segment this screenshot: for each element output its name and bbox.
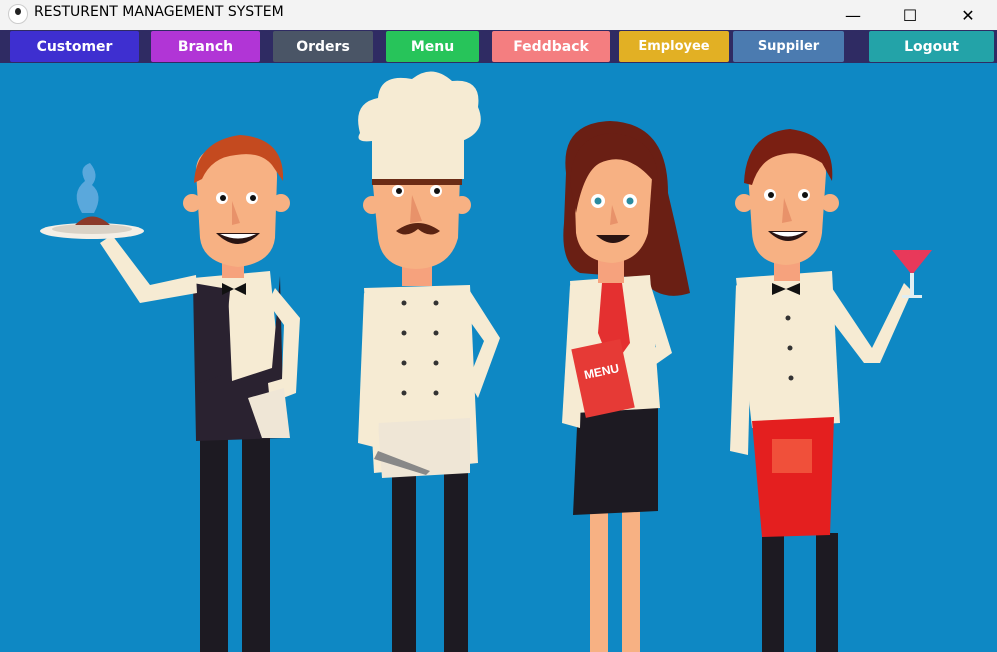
- app-logo-icon: [8, 4, 28, 24]
- hostess-figure: MENU: [562, 121, 690, 652]
- bartender-figure: [730, 129, 932, 652]
- customer-button[interactable]: Customer: [10, 31, 139, 62]
- logout-button[interactable]: Logout: [869, 31, 994, 62]
- feedback-button[interactable]: Feddback: [492, 31, 610, 62]
- close-icon[interactable]: ✕: [945, 0, 991, 30]
- menu-button[interactable]: Menu: [386, 31, 479, 62]
- restaurant-staff-illustration: MENU: [40, 71, 932, 652]
- employee-button[interactable]: Employee: [619, 31, 729, 62]
- window-title: RESTURENT MANAGEMENT SYSTEM: [34, 4, 284, 20]
- branch-button[interactable]: Branch: [151, 31, 260, 62]
- chef-figure: [358, 71, 500, 652]
- orders-button[interactable]: Orders: [273, 31, 373, 62]
- title-bar: RESTURENT MANAGEMENT SYSTEM — ☐ ✕: [0, 0, 997, 30]
- nav-bar: Customer Branch Orders Menu Feddback Emp…: [0, 30, 997, 63]
- waiter-figure: [40, 135, 300, 652]
- supplier-button[interactable]: Suppiler: [733, 31, 844, 62]
- maximize-icon[interactable]: ☐: [887, 0, 933, 30]
- minimize-icon[interactable]: —: [830, 0, 876, 30]
